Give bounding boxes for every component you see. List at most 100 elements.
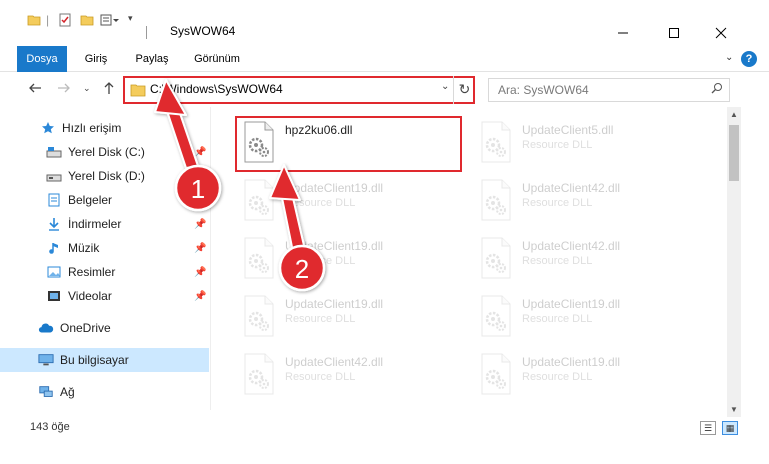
- music-icon: [46, 240, 62, 256]
- dll-file-icon: [481, 121, 511, 163]
- sidebar-item-label: OneDrive: [60, 321, 111, 335]
- tab-file[interactable]: Dosya: [17, 46, 67, 72]
- details-view-icon[interactable]: ☰: [700, 421, 716, 435]
- file-type: Resource DLL: [285, 313, 356, 325]
- divider: |: [46, 13, 50, 27]
- properties-icon[interactable]: [58, 13, 72, 27]
- search-placeholder: Ara: SysWOW64: [498, 83, 589, 97]
- sidebar-item-videos[interactable]: Videolar 📌: [0, 284, 209, 308]
- address-path[interactable]: C:\Windows\SysWOW64: [150, 82, 283, 96]
- network-icon: [38, 384, 54, 400]
- up-arrow-icon[interactable]: [102, 81, 116, 98]
- scrollbar-thumb[interactable]: [729, 125, 739, 181]
- download-icon: [46, 216, 62, 232]
- sidebar-item-label: Videolar: [68, 289, 112, 303]
- chevron-down-icon[interactable]: ⌄: [725, 52, 733, 63]
- quick-access-dropdown-icon[interactable]: ▾: [128, 13, 133, 24]
- status-bar: 143 öğe ☰ ▦: [0, 418, 769, 438]
- file-item[interactable]: UpdateClient42.dll Resource DLL: [474, 233, 699, 283]
- star-icon: [40, 120, 56, 136]
- minimize-button[interactable]: [600, 22, 646, 44]
- navigation-pane: Hızlı erişim Yerel Disk (C:) 📌 Yerel Dis…: [0, 110, 210, 410]
- highlight-box-file: [235, 116, 462, 172]
- sidebar-item-documents[interactable]: Belgeler 📌: [0, 188, 209, 212]
- file-name: UpdateClient42.dll: [522, 181, 621, 195]
- pin-icon[interactable]: 📌: [194, 219, 206, 230]
- customize-toolbar-icon[interactable]: [100, 13, 122, 27]
- tab-view[interactable]: Görünüm: [186, 46, 248, 72]
- sidebar-item-local-disk-d[interactable]: Yerel Disk (D:): [0, 164, 209, 188]
- search-input[interactable]: Ara: SysWOW64: [488, 78, 730, 102]
- file-item[interactable]: UpdateClient19.dll Resource DLL: [474, 349, 699, 399]
- dll-file-icon: [481, 179, 511, 221]
- sidebar-item-this-pc[interactable]: Bu bilgisayar: [0, 348, 209, 372]
- refresh-icon[interactable]: ↻: [453, 76, 475, 104]
- maximize-button[interactable]: [651, 22, 697, 44]
- file-type: Resource DLL: [285, 197, 356, 209]
- scroll-up-icon[interactable]: ▲: [730, 110, 738, 119]
- pin-icon[interactable]: 📌: [194, 195, 206, 206]
- file-item[interactable]: UpdateClient19.dll Resource DLL: [474, 291, 699, 341]
- file-item[interactable]: UpdateClient19.dll Resource DLL: [237, 175, 462, 225]
- pin-icon[interactable]: 📌: [194, 267, 206, 278]
- title-bar: | ▾ SysWOW64: [0, 0, 769, 46]
- sidebar-item-quick-access[interactable]: Hızlı erişim: [0, 116, 209, 140]
- ribbon: Dosya Giriş Paylaş Görünüm ⌄ ?: [0, 46, 769, 72]
- window-title: SysWOW64: [170, 24, 236, 38]
- file-item[interactable]: UpdateClient19.dll Resource DLL: [237, 291, 462, 341]
- forward-arrow-icon[interactable]: [57, 81, 71, 98]
- address-dropdown-icon[interactable]: ⌄: [441, 81, 449, 92]
- search-icon[interactable]: [711, 82, 723, 97]
- pin-icon[interactable]: 📌: [194, 291, 206, 302]
- sidebar-item-downloads[interactable]: İndirmeler 📌: [0, 212, 209, 236]
- sidebar-item-network[interactable]: Ağ: [0, 380, 209, 404]
- document-icon: [46, 192, 62, 208]
- file-type: Resource DLL: [522, 371, 593, 383]
- recent-locations-icon[interactable]: ⌄: [83, 83, 91, 94]
- tiles-view-icon[interactable]: ▦: [722, 421, 738, 435]
- sidebar-item-music[interactable]: Müzik 📌: [0, 236, 209, 260]
- sidebar-item-label: Ağ: [60, 385, 75, 399]
- dll-file-icon: [244, 295, 274, 337]
- close-button[interactable]: [698, 22, 744, 44]
- file-item[interactable]: UpdateClient42.dll Resource DLL: [474, 175, 699, 225]
- sidebar-item-label: Yerel Disk (C:): [68, 145, 145, 159]
- file-item[interactable]: UpdateClient42.dll Resource DLL: [237, 349, 462, 399]
- file-name: UpdateClient19.dll: [522, 297, 621, 311]
- sidebar-item-pictures[interactable]: Resimler 📌: [0, 260, 209, 284]
- video-icon: [46, 288, 62, 304]
- file-name: UpdateClient19.dll: [285, 239, 384, 253]
- file-name: UpdateClient42.dll: [285, 355, 384, 369]
- dll-file-icon: [481, 237, 511, 279]
- navigation-bar: ⌄ C:\Windows\SysWOW64 ⌄ ↻ Ara: SysWOW64: [0, 73, 769, 107]
- sidebar-item-label: Müzik: [68, 241, 100, 255]
- dll-file-icon: [244, 353, 274, 395]
- tab-home[interactable]: Giriş: [75, 46, 117, 72]
- file-type: Resource DLL: [522, 139, 593, 151]
- file-name: UpdateClient5.dll: [522, 123, 614, 137]
- scroll-down-icon[interactable]: ▼: [730, 405, 738, 414]
- vertical-scrollbar[interactable]: ▲ ▼: [727, 107, 741, 417]
- file-item[interactable]: UpdateClient19.dll Resource DLL: [237, 233, 462, 283]
- title-separator: [146, 26, 147, 39]
- sidebar-item-onedrive[interactable]: OneDrive: [0, 316, 209, 340]
- sidebar-item-local-disk-c[interactable]: Yerel Disk (C:) 📌: [0, 140, 209, 164]
- folder-icon: [27, 13, 41, 27]
- file-name: UpdateClient19.dll: [285, 297, 384, 311]
- file-item[interactable]: UpdateClient5.dll Resource DLL: [474, 117, 699, 167]
- back-arrow-icon[interactable]: [28, 81, 42, 98]
- tab-share[interactable]: Paylaş: [127, 46, 177, 72]
- sidebar-item-label: Bu bilgisayar: [60, 353, 129, 367]
- drive-icon: [46, 144, 62, 160]
- computer-icon: [38, 352, 54, 368]
- pictures-icon: [46, 264, 62, 280]
- sidebar-item-label: Resimler: [68, 265, 116, 279]
- address-bar[interactable]: C:\Windows\SysWOW64 ⌄ ↻: [123, 76, 475, 104]
- file-type: Resource DLL: [522, 313, 593, 325]
- new-folder-icon[interactable]: [80, 13, 94, 27]
- help-button[interactable]: ?: [741, 51, 757, 67]
- pin-icon[interactable]: 📌: [194, 243, 206, 254]
- pin-icon[interactable]: 📌: [194, 147, 206, 158]
- dll-file-icon: [481, 295, 511, 337]
- file-name: UpdateClient19.dll: [522, 355, 621, 369]
